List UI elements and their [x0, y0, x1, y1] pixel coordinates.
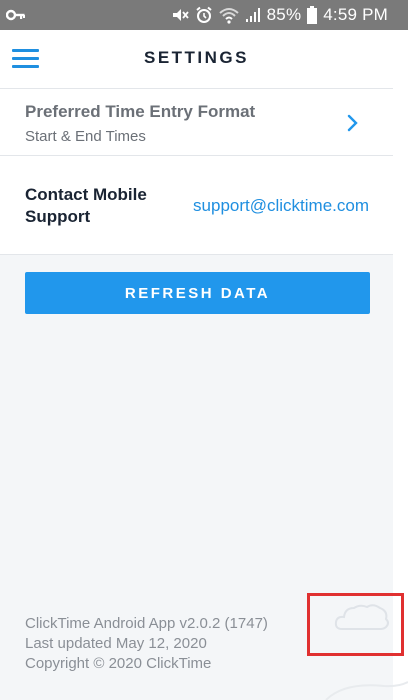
mute-icon [171, 6, 189, 24]
status-bar: 85% 4:59 PM [0, 0, 408, 30]
time-entry-format-value: Start & End Times [25, 128, 146, 145]
status-icons: 85% 4:59 PM [171, 0, 388, 30]
wifi-icon [218, 6, 239, 24]
highlight-box [307, 593, 404, 656]
chevron-right-icon [346, 113, 360, 133]
time-entry-format-row[interactable]: Preferred Time Entry Format Start & End … [0, 88, 393, 155]
time-entry-format-title: Preferred Time Entry Format [25, 102, 256, 121]
signal-icon [245, 7, 261, 23]
app-version: ClickTime Android App v2.0.2 (1747) [25, 615, 268, 632]
app-header: SETTINGS [0, 30, 393, 88]
app-info-footer: ClickTime Android App v2.0.2 (1747) Last… [25, 614, 268, 674]
refresh-data-button[interactable]: REFRESH DATA [25, 272, 370, 314]
alarm-icon [195, 6, 213, 24]
support-email-link[interactable]: support@clicktime.com [193, 196, 369, 216]
page-title: SETTINGS [143, 48, 249, 67]
last-updated: Last updated May 12, 2020 [25, 635, 207, 652]
battery-icon [307, 6, 318, 24]
contact-support-row: Contact Mobile Support support@clicktime… [0, 155, 393, 255]
copyright: Copyright © 2020 ClickTime [25, 655, 212, 672]
contact-support-label: Contact Mobile Support [25, 185, 147, 226]
battery-percent: 85% [266, 5, 302, 24]
key-icon [5, 6, 26, 24]
clock: 4:59 PM [323, 5, 388, 24]
decorative-curve [324, 680, 408, 700]
